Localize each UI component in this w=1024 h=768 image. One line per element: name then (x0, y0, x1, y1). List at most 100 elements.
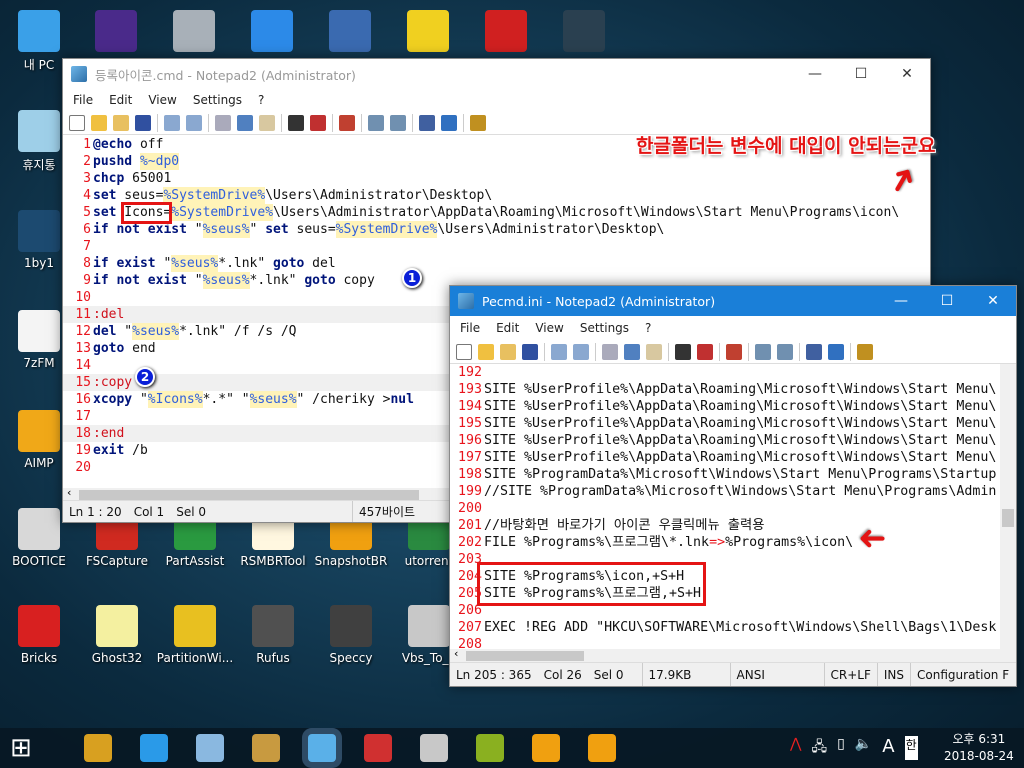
menu-file[interactable]: File (65, 93, 101, 107)
editor[interactable]: 192 193 SITE %UserProfile%\AppData\Roaming… (450, 364, 1000, 649)
minimize-button[interactable]: — (878, 293, 924, 309)
save-icon[interactable] (135, 114, 151, 131)
zoom-in-icon[interactable] (368, 114, 384, 131)
menu-help[interactable]: ? (637, 321, 659, 335)
goto-icon[interactable] (339, 114, 355, 131)
menu-file[interactable]: File (452, 321, 488, 335)
taskbar-aimp-olive[interactable] (476, 734, 504, 762)
zoom-out-icon[interactable] (777, 343, 793, 360)
taskbar-imagine[interactable] (84, 734, 112, 762)
desktop-icon[interactable] (233, 10, 311, 56)
exit-icon[interactable] (470, 114, 486, 131)
browse-icon[interactable] (113, 114, 129, 131)
desktop-icon[interactable] (545, 10, 623, 56)
cut-icon[interactable] (215, 114, 231, 131)
zoom-out-icon[interactable] (390, 114, 406, 131)
code-token: EXEC !REG ADD "HKCU\SOFTWARE\Microsoft\W… (484, 620, 997, 635)
new-file-icon[interactable] (456, 343, 472, 360)
volume-icon[interactable]: 🔈 (855, 736, 872, 760)
open-folder-icon[interactable] (478, 343, 494, 360)
menu-help[interactable]: ? (250, 93, 272, 107)
menu-settings[interactable]: Settings (185, 93, 250, 107)
close-button[interactable]: ✕ (884, 66, 930, 82)
customize-icon[interactable] (828, 343, 844, 360)
menu-view[interactable]: View (140, 93, 184, 107)
code-token: " (155, 256, 172, 271)
desktop-icon[interactable] (467, 10, 545, 56)
save-icon[interactable] (522, 343, 538, 360)
replace-icon[interactable] (697, 343, 713, 360)
open-folder-icon[interactable] (91, 114, 107, 131)
vertical-scrollbar[interactable] (1000, 364, 1016, 649)
code-token: *.lnk" /f /s /Q (179, 324, 297, 339)
network-icon[interactable]: 🖧 (811, 736, 827, 760)
taskbar-internet-explorer[interactable] (140, 734, 168, 762)
code-token: %seus% (249, 391, 297, 408)
menu-edit[interactable]: Edit (488, 321, 527, 335)
code-line: 207 EXEC !REG ADD "HKCU\SOFTWARE\Microsof… (450, 619, 1000, 636)
taskbar-power[interactable] (588, 734, 616, 762)
new-file-icon[interactable] (69, 114, 85, 131)
zoom-in-icon[interactable] (755, 343, 771, 360)
browse-icon[interactable] (500, 343, 516, 360)
input-language[interactable]: A (882, 736, 894, 760)
clock-date: 2018-08-24 (944, 749, 1014, 763)
desktop-icon[interactable] (311, 10, 389, 56)
replace-icon[interactable] (310, 114, 326, 131)
taskbar-usb[interactable] (420, 734, 448, 762)
menu-edit[interactable]: Edit (101, 93, 140, 107)
code-token: \Users\Administrator\Desktop\ (265, 188, 493, 203)
close-button[interactable]: ✕ (970, 293, 1016, 309)
desktop-icon[interactable] (389, 10, 467, 56)
desktop-icon[interactable]: PartitionWi... (156, 605, 234, 665)
maximize-button[interactable]: ☐ (838, 66, 884, 82)
window-title: 등록아이콘.cmd - Notepad2 (Administrator) (95, 67, 356, 83)
find-icon[interactable] (675, 343, 691, 360)
cut-icon[interactable] (602, 343, 618, 360)
title-bar[interactable]: 등록아이콘.cmd - Notepad2 (Administrator) — ☐ ✕ (63, 59, 930, 89)
line-number: 4 (83, 188, 91, 203)
undo-icon[interactable] (164, 114, 180, 131)
desktop-icon-label: BOOTICE (12, 554, 66, 568)
scheme-icon[interactable] (419, 114, 435, 131)
title-bar[interactable]: Pecmd.ini - Notepad2 (Administrator) — ☐ ✕ (450, 286, 1016, 316)
desktop-icon[interactable]: Ghost32 (78, 605, 156, 665)
code-token: nul (390, 392, 414, 407)
goto-icon[interactable] (726, 343, 742, 360)
clock[interactable]: 오후 6:31 2018-08-24 (944, 731, 1014, 765)
taskbar-snapshotbr[interactable] (532, 734, 560, 762)
line-number: 207 (457, 620, 482, 635)
taskbar-computer[interactable] (196, 734, 224, 762)
menu-settings[interactable]: Settings (572, 321, 637, 335)
exit-icon[interactable] (857, 343, 873, 360)
customize-icon[interactable] (441, 114, 457, 131)
horizontal-scrollbar[interactable]: ‹ (450, 647, 1016, 663)
desktop-icon[interactable]: Speccy (312, 605, 390, 665)
desktop-icon[interactable] (155, 10, 233, 56)
windows-start-icon[interactable]: ⊞ (10, 734, 38, 762)
maximize-button[interactable]: ☐ (924, 293, 970, 309)
taskbar-partassist[interactable] (364, 734, 392, 762)
taskbar-installer[interactable] (252, 734, 280, 762)
toolbar-separator (332, 113, 333, 132)
paste-icon[interactable] (646, 343, 662, 360)
menu-view[interactable]: View (527, 321, 571, 335)
code-token: %Programs%\icon\ (725, 535, 854, 550)
minimize-button[interactable]: — (792, 66, 838, 82)
status-scheme: Configuration F (910, 663, 1015, 686)
redo-icon[interactable] (573, 343, 589, 360)
scheme-icon[interactable] (806, 343, 822, 360)
paste-icon[interactable] (259, 114, 275, 131)
copy-icon[interactable] (624, 343, 640, 360)
ime-korean[interactable]: 한 (904, 736, 918, 760)
desktop-icon[interactable]: Bricks (0, 605, 78, 665)
desktop-icon[interactable]: Rufus (234, 605, 312, 665)
taskbar-notepad2[interactable] (308, 734, 336, 762)
redo-icon[interactable] (186, 114, 202, 131)
usb-eject-icon[interactable]: ▯ (837, 736, 845, 760)
undo-icon[interactable] (551, 343, 567, 360)
copy-icon[interactable] (237, 114, 253, 131)
desktop-icon[interactable] (77, 10, 155, 56)
code-line: 192 (450, 364, 1000, 381)
find-icon[interactable] (288, 114, 304, 131)
